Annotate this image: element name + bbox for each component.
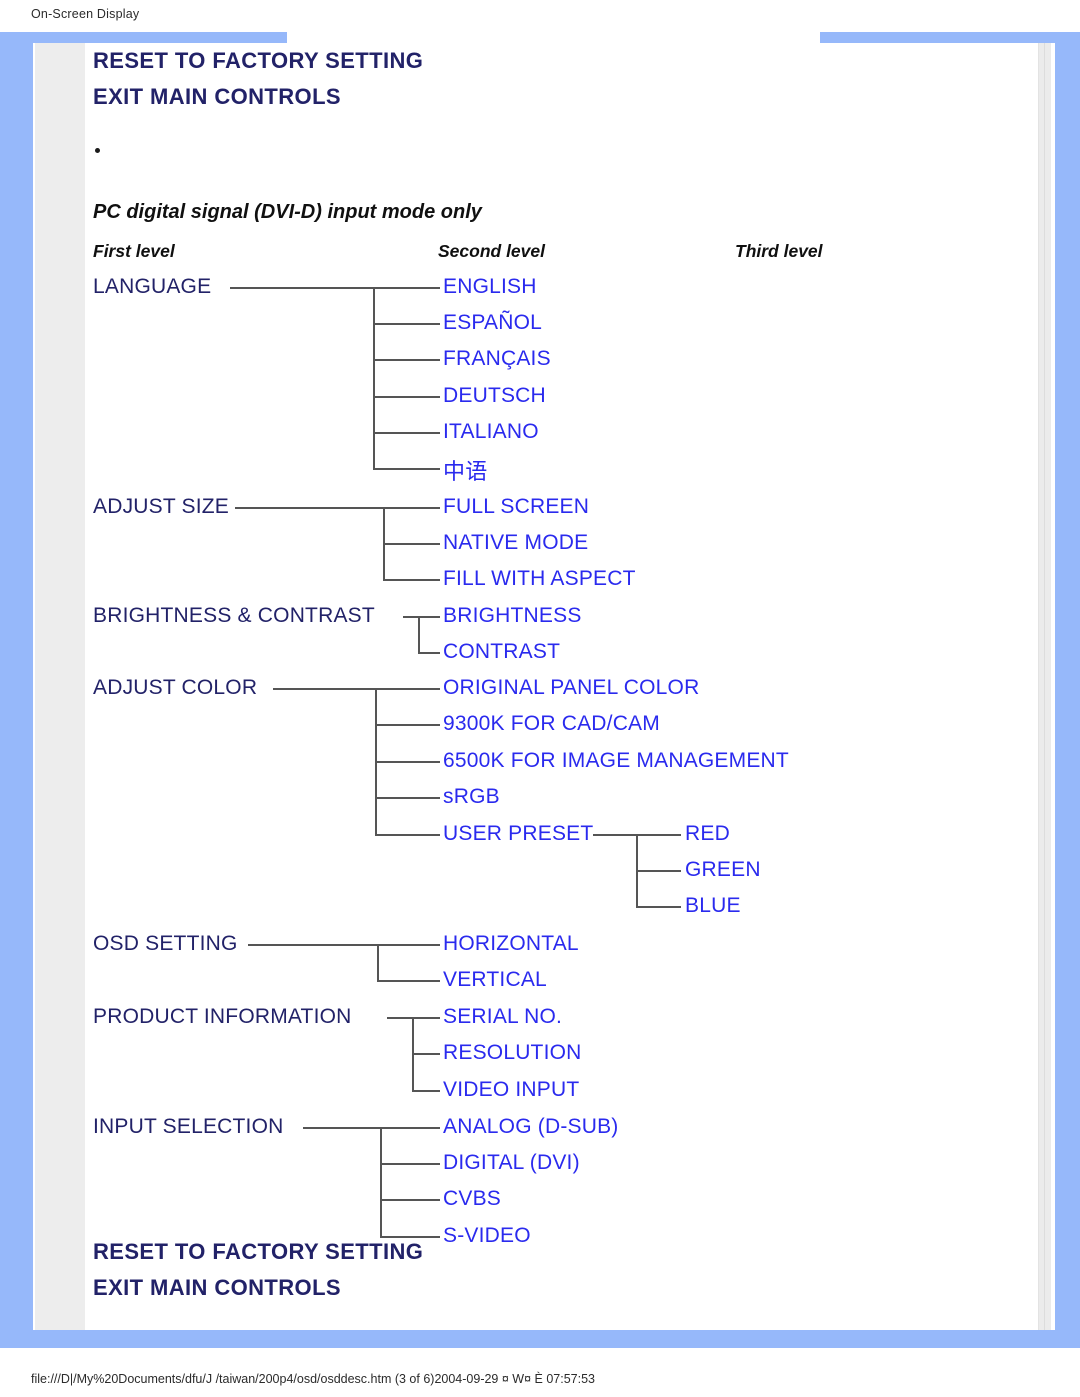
- menu-item-product-information[interactable]: PRODUCT INFORMATION: [93, 1005, 352, 1029]
- connector-input-selection-vertical: [380, 1127, 382, 1237]
- connector-user-preset: [375, 834, 440, 836]
- heading-exit-main-controls-top: EXIT MAIN CONTROLS: [93, 84, 341, 109]
- connector-italiano: [373, 432, 440, 434]
- menu-item-native-mode[interactable]: NATIVE MODE: [443, 531, 588, 555]
- menu-item-original-panel-color[interactable]: ORIGINAL PANEL COLOR: [443, 676, 699, 700]
- connector-brightness-contrast-vertical: [418, 616, 420, 653]
- connector-language-vertical: [373, 287, 375, 469]
- menu-item-fill-with-aspect[interactable]: FILL WITH ASPECT: [443, 567, 636, 591]
- menu-item-input-selection[interactable]: INPUT SELECTION: [93, 1115, 283, 1139]
- heading-reset-to-factory-setting-top: RESET TO FACTORY SETTING: [93, 48, 424, 73]
- menu-item-contrast[interactable]: CONTRAST: [443, 640, 560, 664]
- menu-item-brightness[interactable]: BRIGHTNESS: [443, 604, 582, 628]
- menu-item-blue[interactable]: BLUE: [685, 894, 741, 918]
- browser-window-title: On-Screen Display: [31, 7, 140, 21]
- menu-item-horizontal[interactable]: HORIZONTAL: [443, 932, 579, 956]
- menu-item-deutsch[interactable]: DEUTSCH: [443, 384, 546, 408]
- connector-fill-with-aspect: [383, 579, 440, 581]
- connector-digital-dvi: [380, 1163, 440, 1165]
- menu-item-cvbs[interactable]: CVBS: [443, 1187, 501, 1211]
- connector-9300k: [375, 724, 440, 726]
- connector-red: [636, 834, 681, 836]
- connector-brightness-contrast-horizontal: [403, 616, 440, 618]
- menu-item-resolution[interactable]: RESOLUTION: [443, 1041, 582, 1065]
- connector-resolution: [412, 1053, 440, 1055]
- connector-francais: [373, 359, 440, 361]
- menu-item-user-preset[interactable]: USER PRESET: [443, 822, 593, 846]
- menu-item-srgb[interactable]: sRGB: [443, 785, 500, 809]
- menu-item-italiano[interactable]: ITALIANO: [443, 420, 539, 444]
- connector-6500k: [375, 761, 440, 763]
- scrollbar-gap: [1051, 43, 1055, 1330]
- menu-item-6500k-for-image-management[interactable]: 6500K FOR IMAGE MANAGEMENT: [443, 749, 789, 773]
- menu-item-red[interactable]: RED: [685, 822, 730, 846]
- bullet-point-icon: [95, 148, 100, 153]
- heading-exit-main-controls-bottom: EXIT MAIN CONTROLS: [93, 1275, 341, 1300]
- menu-item-adjust-size[interactable]: ADJUST SIZE: [93, 495, 229, 519]
- section-subtitle: PC digital signal (DVI-D) input mode onl…: [93, 201, 482, 223]
- connector-input-selection-horizontal: [303, 1127, 440, 1129]
- menu-item-english[interactable]: ENGLISH: [443, 275, 537, 299]
- scrollbar-seam: [1044, 43, 1045, 1330]
- column-header-first-level: First level: [93, 241, 175, 261]
- menu-item-digital-dvi[interactable]: DIGITAL (DVI): [443, 1151, 580, 1175]
- menu-item-brightness-and-contrast[interactable]: BRIGHTNESS & CONTRAST: [93, 604, 375, 628]
- column-header-third-level: Third level: [735, 241, 823, 261]
- connector-cvbs: [380, 1199, 440, 1201]
- page-border-top-right: [820, 32, 1080, 43]
- menu-item-chinese[interactable]: 中语: [443, 454, 487, 486]
- connector-original-panel-color: [375, 688, 440, 690]
- menu-item-francais[interactable]: FRANÇAIS: [443, 347, 551, 371]
- page-gutter: [35, 43, 85, 1330]
- connector-green: [636, 870, 681, 872]
- connector-full-screen: [383, 507, 440, 509]
- connector-contrast: [418, 652, 440, 654]
- menu-item-full-screen[interactable]: FULL SCREEN: [443, 495, 589, 519]
- connector-s-video: [380, 1236, 440, 1238]
- menu-item-vertical[interactable]: VERTICAL: [443, 968, 547, 992]
- menu-item-espanol[interactable]: ESPAÑOL: [443, 311, 542, 335]
- menu-item-osd-setting[interactable]: OSD SETTING: [93, 932, 238, 956]
- menu-item-s-video[interactable]: S-VIDEO: [443, 1224, 531, 1248]
- status-bar-url: file:///D|/My%20Documents/dfu/J /taiwan/…: [31, 1372, 595, 1386]
- column-header-second-level: Second level: [438, 241, 545, 261]
- menu-item-9300k-for-cad-cam[interactable]: 9300K FOR CAD/CAM: [443, 712, 660, 736]
- connector-blue: [636, 906, 681, 908]
- connector-native-mode: [383, 543, 440, 545]
- connector-osd-setting-horizontal: [248, 944, 440, 946]
- page-border-left: [0, 32, 33, 1348]
- menu-item-video-input[interactable]: VIDEO INPUT: [443, 1078, 579, 1102]
- connector-video-input: [412, 1090, 440, 1092]
- menu-item-adjust-color[interactable]: ADJUST COLOR: [93, 676, 257, 700]
- connector-english: [373, 287, 440, 289]
- connector-srgb: [375, 797, 440, 799]
- page-border-right: [1055, 32, 1080, 1348]
- document-content: RESET TO FACTORY SETTING EXIT MAIN CONTR…: [85, 43, 1038, 1330]
- connector-vertical-item: [377, 980, 440, 982]
- menu-item-green[interactable]: GREEN: [685, 858, 761, 882]
- connector-osd-setting-vertical: [377, 944, 379, 981]
- menu-item-analog-d-sub[interactable]: ANALOG (D-SUB): [443, 1115, 619, 1139]
- connector-chinese: [373, 468, 440, 470]
- connector-deutsch: [373, 396, 440, 398]
- page-border-top-left: [0, 32, 287, 43]
- connector-espanol: [373, 323, 440, 325]
- menu-item-serial-no[interactable]: SERIAL NO.: [443, 1005, 562, 1029]
- menu-item-language[interactable]: LANGUAGE: [93, 275, 211, 299]
- heading-reset-to-factory-setting-bottom: RESET TO FACTORY SETTING: [93, 1239, 424, 1264]
